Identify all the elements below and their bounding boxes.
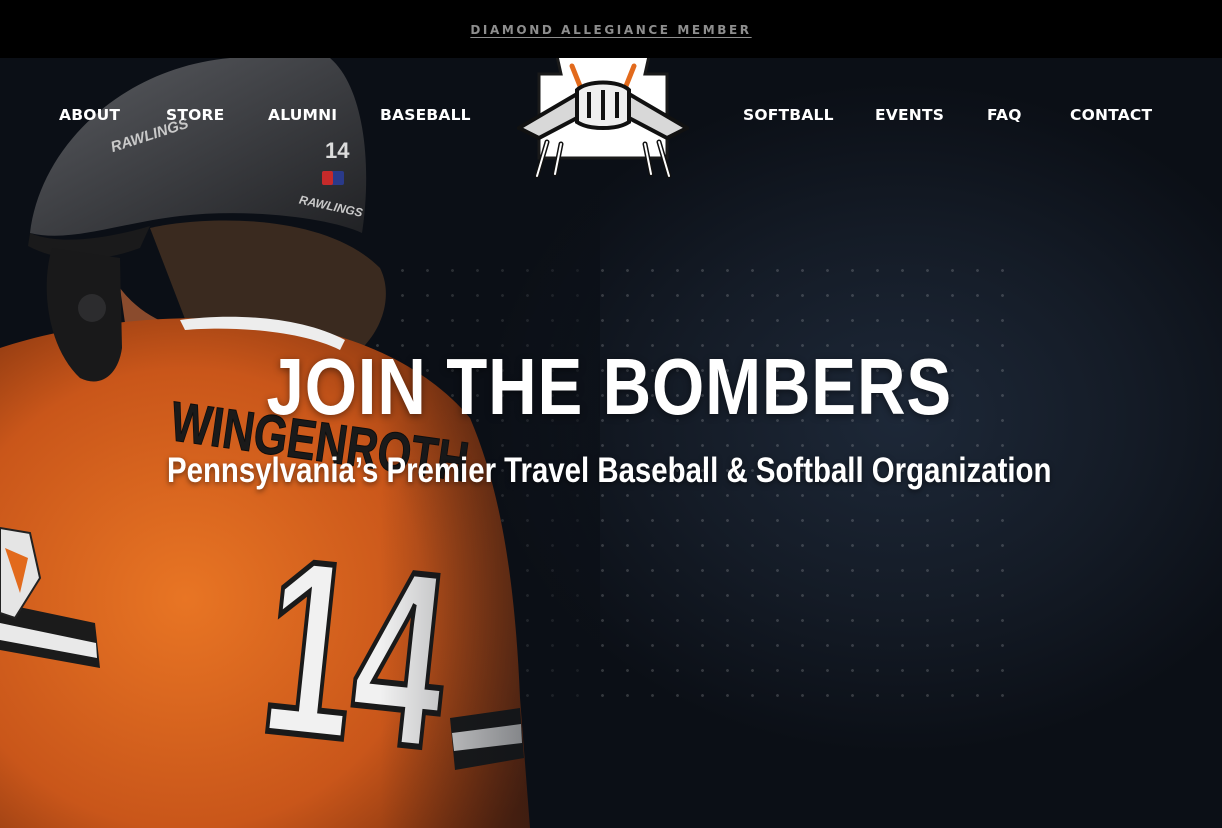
nav-softball[interactable]: SOFTBALL: [743, 106, 834, 124]
nav-faq[interactable]: FAQ: [987, 106, 1022, 124]
bombers-logo-icon[interactable]: [514, 54, 692, 179]
nav-events[interactable]: EVENTS: [875, 106, 944, 124]
nav-about[interactable]: ABOUT: [59, 106, 120, 124]
diamond-allegiance-link[interactable]: DIAMOND ALLEGIANCE MEMBER: [470, 23, 751, 37]
nav-store[interactable]: STORE: [166, 106, 224, 124]
nav-alumni[interactable]: ALUMNI: [268, 106, 337, 124]
hero-subtitle: Pennsylvania’s Premier Travel Baseball &…: [166, 451, 1052, 490]
announcement-bar: DIAMOND ALLEGIANCE MEMBER: [0, 0, 1222, 58]
hero-title: JOIN THE BOMBERS: [266, 342, 952, 431]
nav-baseball[interactable]: BASEBALL: [380, 106, 471, 124]
nav-contact[interactable]: CONTACT: [1070, 106, 1152, 124]
main-navigation: ABOUT STORE ALUMNI BASEBALL SOFTBALL EVE…: [0, 54, 1222, 179]
